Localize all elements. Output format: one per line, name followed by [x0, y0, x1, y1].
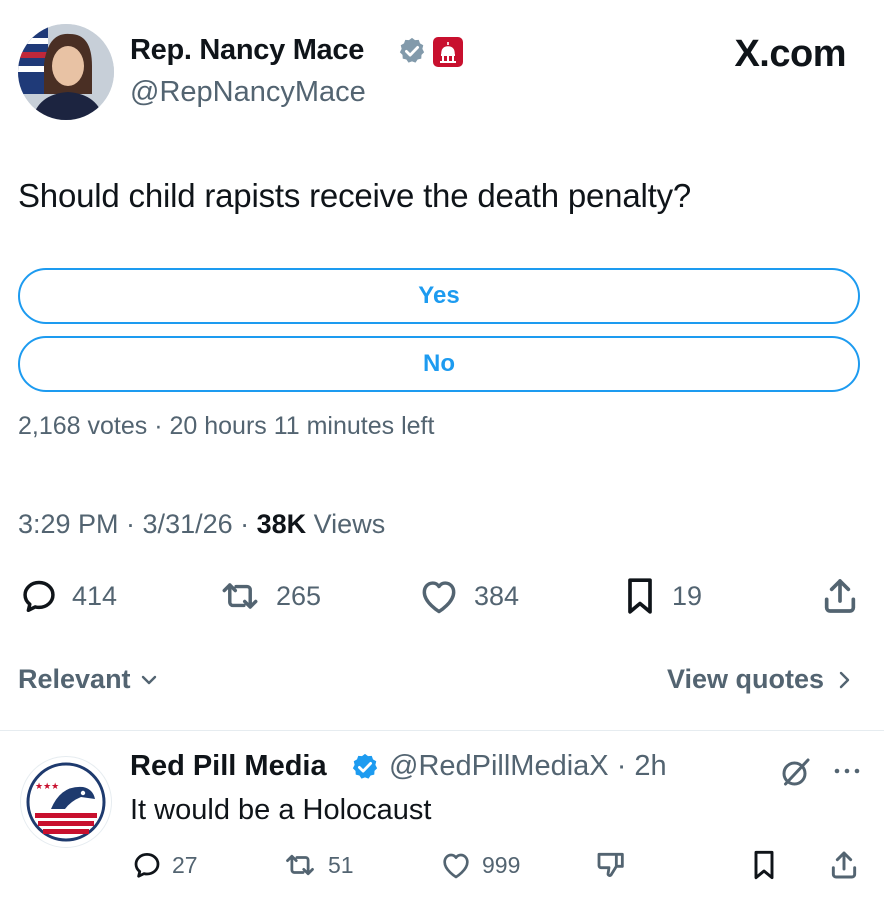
like-button[interactable]: 384: [418, 574, 519, 618]
more-options-icon[interactable]: [832, 764, 862, 783]
reply-author-avatar[interactable]: ★★★: [20, 756, 112, 848]
repost-icon: [286, 854, 314, 876]
views-label: Views: [306, 509, 386, 539]
capitol-affiliation-icon[interactable]: [432, 36, 464, 68]
reply-icon: [134, 853, 160, 878]
reply-author-name[interactable]: Red Pill Media: [130, 750, 327, 783]
reply-dislike-button[interactable]: [594, 846, 628, 884]
reply-sort-label: Relevant: [18, 664, 131, 694]
tweet-text: Should child rapists receive the death p…: [18, 177, 692, 214]
view-quotes-link[interactable]: View quotes: [667, 664, 856, 695]
chevron-right-icon: [839, 671, 850, 688]
thumbs-down-icon: [597, 852, 624, 877]
heart-icon: [443, 853, 469, 879]
svg-text:★★★: ★★★: [35, 782, 59, 792]
view-quotes-label: View quotes: [666, 664, 824, 694]
bookmark-icon: [754, 850, 774, 880]
reply-sort-dropdown[interactable]: Relevant: [18, 664, 161, 695]
repost-button[interactable]: 265: [218, 574, 321, 618]
reply-share-button[interactable]: [828, 846, 860, 884]
like-count: 384: [474, 580, 520, 611]
reply-like-count: 999: [482, 851, 521, 878]
grok-icon[interactable]: [778, 754, 814, 795]
bookmark-button[interactable]: 19: [622, 574, 702, 618]
reply-reply-button[interactable]: 27: [132, 846, 198, 884]
reply-repost-button[interactable]: 51: [282, 846, 354, 884]
reply-repost-count: 51: [328, 851, 354, 878]
author-avatar[interactable]: [18, 24, 114, 120]
reply-button[interactable]: 414: [20, 574, 117, 618]
reply-text: It would be a Holocaust: [130, 794, 432, 826]
reply-icon: [23, 580, 55, 612]
repost-count: 265: [276, 580, 322, 611]
reply-count: 414: [72, 580, 118, 611]
reply-like-button[interactable]: 999: [440, 846, 520, 884]
tweet-timestamp: 3:29 PM · 3/31/26 · 38K Views: [18, 509, 385, 540]
bookmark-icon: [628, 578, 652, 614]
share-icon: [824, 579, 856, 613]
brand-logo: X.com: [734, 33, 846, 75]
reply-reply-count: 27: [172, 851, 198, 878]
verified-grey-badge-icon: [397, 36, 427, 66]
share-button[interactable]: [820, 574, 860, 618]
share-icon: [831, 851, 857, 879]
poll-option-no[interactable]: No: [18, 336, 860, 392]
poll-meta: 2,168 votes · 20 hours 11 minutes left: [18, 412, 435, 440]
heart-icon: [422, 581, 456, 614]
repost-icon: [222, 583, 258, 609]
bookmark-count: 19: [672, 580, 703, 611]
reply-author-handle[interactable]: @RedPillMediaX · 2h: [389, 750, 667, 783]
author-name[interactable]: Rep. Nancy Mace: [130, 34, 364, 67]
chevron-down-icon: [141, 675, 156, 684]
divider: [0, 730, 884, 731]
verified-blue-badge-icon: [350, 752, 380, 782]
timestamp-text: 3:29 PM · 3/31/26 ·: [18, 509, 257, 539]
poll-option-yes[interactable]: Yes: [18, 268, 860, 324]
author-handle[interactable]: @RepNancyMace: [130, 76, 366, 109]
reply-bookmark-button[interactable]: [750, 846, 778, 884]
views-count: 38K: [256, 509, 307, 539]
